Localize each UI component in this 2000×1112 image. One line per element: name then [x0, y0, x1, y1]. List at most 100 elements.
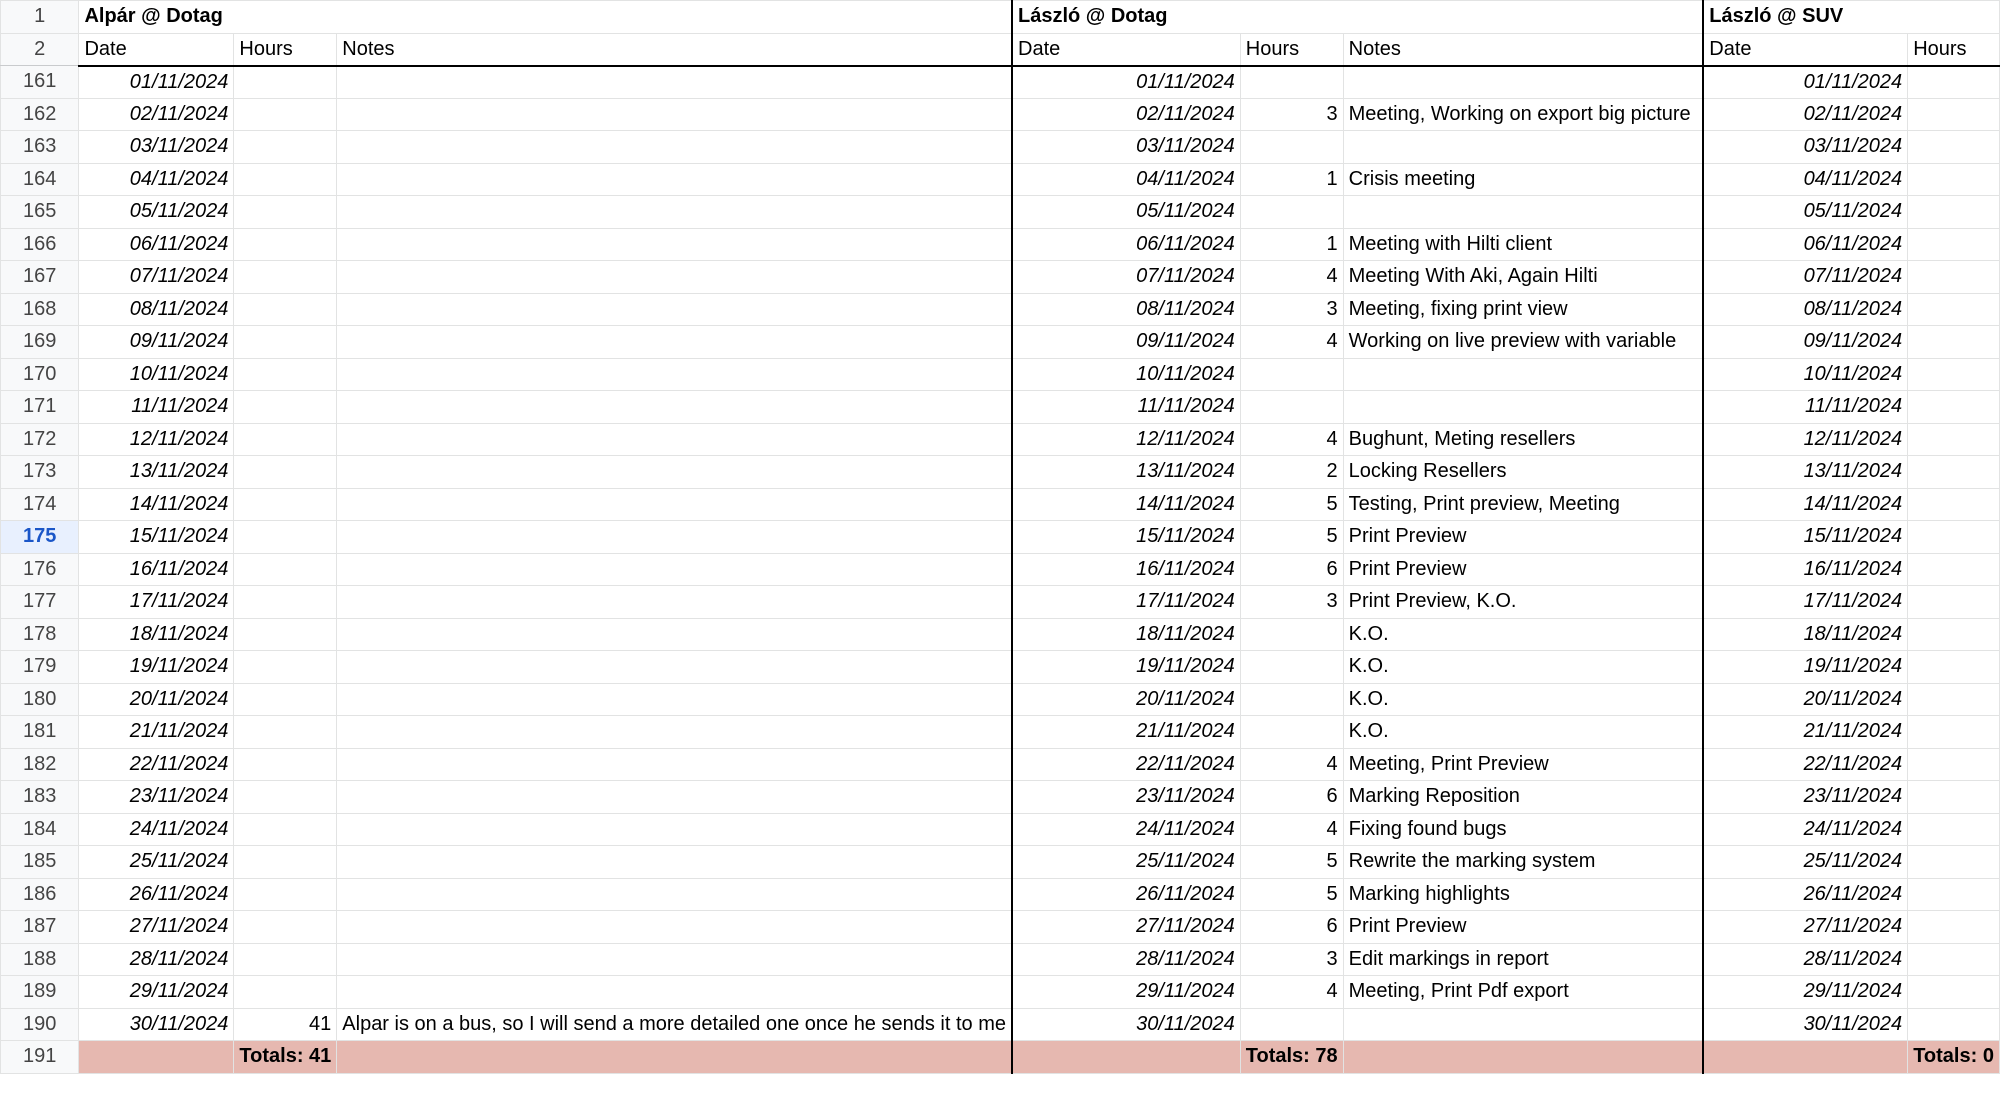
laszlo-suv-date-cell[interactable]: 27/11/2024 — [1702, 910, 1909, 944]
laszlo-dotag-hours-cell[interactable]: 4 — [1239, 422, 1344, 456]
laszlo-suv-hours-cell[interactable] — [1907, 975, 2000, 1009]
alpar-hours-cell[interactable] — [233, 130, 338, 164]
laszlo-suv-hours-cell[interactable] — [1907, 585, 2000, 619]
laszlo-suv-date-cell[interactable]: 10/11/2024 — [1702, 357, 1909, 391]
row-header[interactable]: 177 — [0, 585, 80, 619]
laszlo-dotag-notes-cell[interactable]: Print Preview — [1342, 910, 1705, 944]
laszlo-dotag-notes-cell[interactable]: Print Preview — [1342, 520, 1705, 554]
laszlo-suv-date-cell[interactable]: 14/11/2024 — [1702, 487, 1909, 521]
laszlo-suv-date-cell[interactable]: 15/11/2024 — [1702, 520, 1909, 554]
alpar-hours-cell[interactable] — [233, 747, 338, 781]
alpar-hours-cell[interactable] — [233, 585, 338, 619]
alpar-date-cell[interactable]: 25/11/2024 — [78, 845, 235, 879]
alpar-date-cell[interactable]: 03/11/2024 — [78, 130, 235, 164]
row-header[interactable]: 178 — [0, 617, 80, 651]
laszlo-dotag-hours-cell[interactable] — [1239, 617, 1344, 651]
col-label-hours[interactable]: Hours — [233, 32, 338, 67]
laszlo-dotag-notes-cell[interactable]: Meeting, fixing print view — [1342, 292, 1705, 326]
laszlo-suv-date-cell[interactable]: 20/11/2024 — [1702, 682, 1909, 716]
row-header[interactable]: 167 — [0, 260, 80, 294]
alpar-hours-cell[interactable] — [233, 65, 338, 99]
totals-cell[interactable] — [1702, 1040, 1909, 1074]
row-header[interactable]: 173 — [0, 455, 80, 489]
row-header[interactable]: 186 — [0, 877, 80, 911]
laszlo-suv-date-cell[interactable]: 25/11/2024 — [1702, 845, 1909, 879]
row-header[interactable]: 174 — [0, 487, 80, 521]
alpar-notes-cell[interactable] — [336, 780, 1014, 814]
row-header[interactable]: 185 — [0, 845, 80, 879]
alpar-date-cell[interactable]: 27/11/2024 — [78, 910, 235, 944]
laszlo-dotag-notes-cell[interactable]: Testing, Print preview, Meeting — [1342, 487, 1705, 521]
alpar-notes-cell[interactable] — [336, 812, 1014, 846]
laszlo-dotag-hours-cell[interactable]: 4 — [1239, 975, 1344, 1009]
laszlo-dotag-notes-cell[interactable]: Print Preview, K.O. — [1342, 585, 1705, 619]
laszlo-dotag-hours-cell[interactable]: 2 — [1239, 455, 1344, 489]
alpar-notes-cell[interactable] — [336, 877, 1014, 911]
laszlo-dotag-date-cell[interactable]: 13/11/2024 — [1011, 455, 1241, 489]
col-label-notes[interactable]: Notes — [1342, 32, 1705, 67]
laszlo-dotag-hours-cell[interactable]: 3 — [1239, 97, 1344, 131]
alpar-hours-cell[interactable] — [233, 487, 338, 521]
laszlo-dotag-notes-cell[interactable] — [1342, 130, 1705, 164]
laszlo-dotag-date-cell[interactable]: 01/11/2024 — [1011, 65, 1241, 99]
alpar-notes-cell[interactable] — [336, 650, 1014, 684]
col-label-hours[interactable]: Hours — [1907, 32, 2000, 67]
alpar-notes-cell[interactable] — [336, 682, 1014, 716]
alpar-notes-cell[interactable] — [336, 455, 1014, 489]
laszlo-dotag-date-cell[interactable]: 11/11/2024 — [1011, 390, 1241, 424]
alpar-date-cell[interactable]: 16/11/2024 — [78, 552, 235, 586]
alpar-date-cell[interactable]: 07/11/2024 — [78, 260, 235, 294]
laszlo-dotag-hours-cell[interactable]: 3 — [1239, 292, 1344, 326]
alpar-date-cell[interactable]: 22/11/2024 — [78, 747, 235, 781]
alpar-date-cell[interactable]: 14/11/2024 — [78, 487, 235, 521]
alpar-date-cell[interactable]: 18/11/2024 — [78, 617, 235, 651]
laszlo-suv-date-cell[interactable]: 23/11/2024 — [1702, 780, 1909, 814]
alpar-hours-cell[interactable] — [233, 97, 338, 131]
totals-cell[interactable] — [336, 1040, 1014, 1074]
alpar-hours-cell[interactable] — [233, 292, 338, 326]
laszlo-dotag-date-cell[interactable]: 29/11/2024 — [1011, 975, 1241, 1009]
row-header[interactable]: 170 — [0, 357, 80, 391]
laszlo-suv-hours-cell[interactable] — [1907, 195, 2000, 229]
alpar-date-cell[interactable]: 02/11/2024 — [78, 97, 235, 131]
row-header[interactable]: 161 — [0, 65, 80, 99]
alpar-date-cell[interactable]: 11/11/2024 — [78, 390, 235, 424]
alpar-notes-cell[interactable] — [336, 227, 1014, 261]
col-label-hours[interactable]: Hours — [1239, 32, 1344, 67]
alpar-date-cell[interactable]: 15/11/2024 — [78, 520, 235, 554]
alpar-hours-cell[interactable]: 41 — [233, 1007, 338, 1041]
row-header[interactable]: 182 — [0, 747, 80, 781]
laszlo-dotag-notes-cell[interactable]: K.O. — [1342, 617, 1705, 651]
laszlo-suv-hours-cell[interactable] — [1907, 455, 2000, 489]
laszlo-suv-date-cell[interactable]: 28/11/2024 — [1702, 942, 1909, 976]
alpar-hours-cell[interactable] — [233, 422, 338, 456]
totals-cell[interactable] — [78, 1040, 235, 1074]
alpar-hours-cell[interactable] — [233, 617, 338, 651]
alpar-notes-cell[interactable] — [336, 97, 1014, 131]
laszlo-dotag-date-cell[interactable]: 23/11/2024 — [1011, 780, 1241, 814]
alpar-hours-cell[interactable] — [233, 357, 338, 391]
col-label-date[interactable]: Date — [78, 32, 235, 67]
laszlo-suv-hours-cell[interactable] — [1907, 130, 2000, 164]
laszlo-dotag-date-cell[interactable]: 18/11/2024 — [1011, 617, 1241, 651]
laszlo-suv-date-cell[interactable]: 30/11/2024 — [1702, 1007, 1909, 1041]
alpar-notes-cell[interactable] — [336, 487, 1014, 521]
laszlo-suv-hours-cell[interactable] — [1907, 617, 2000, 651]
alpar-notes-cell[interactable] — [336, 325, 1014, 359]
laszlo-suv-hours-cell[interactable] — [1907, 650, 2000, 684]
laszlo-dotag-date-cell[interactable]: 25/11/2024 — [1011, 845, 1241, 879]
laszlo-suv-date-cell[interactable]: 26/11/2024 — [1702, 877, 1909, 911]
laszlo-dotag-date-cell[interactable]: 26/11/2024 — [1011, 877, 1241, 911]
laszlo-dotag-notes-cell[interactable]: K.O. — [1342, 650, 1705, 684]
laszlo-dotag-notes-cell[interactable]: Meeting, Print Preview — [1342, 747, 1705, 781]
alpar-notes-cell[interactable] — [336, 747, 1014, 781]
laszlo-suv-hours-cell[interactable] — [1907, 877, 2000, 911]
row-header[interactable]: 2 — [0, 32, 80, 66]
laszlo-dotag-hours-cell[interactable] — [1239, 715, 1344, 749]
laszlo-dotag-hours-cell[interactable] — [1239, 1007, 1344, 1041]
laszlo-dotag-date-cell[interactable]: 16/11/2024 — [1011, 552, 1241, 586]
laszlo-dotag-date-cell[interactable]: 24/11/2024 — [1011, 812, 1241, 846]
alpar-notes-cell[interactable] — [336, 292, 1014, 326]
laszlo-dotag-date-cell[interactable]: 14/11/2024 — [1011, 487, 1241, 521]
laszlo-suv-date-cell[interactable]: 19/11/2024 — [1702, 650, 1909, 684]
